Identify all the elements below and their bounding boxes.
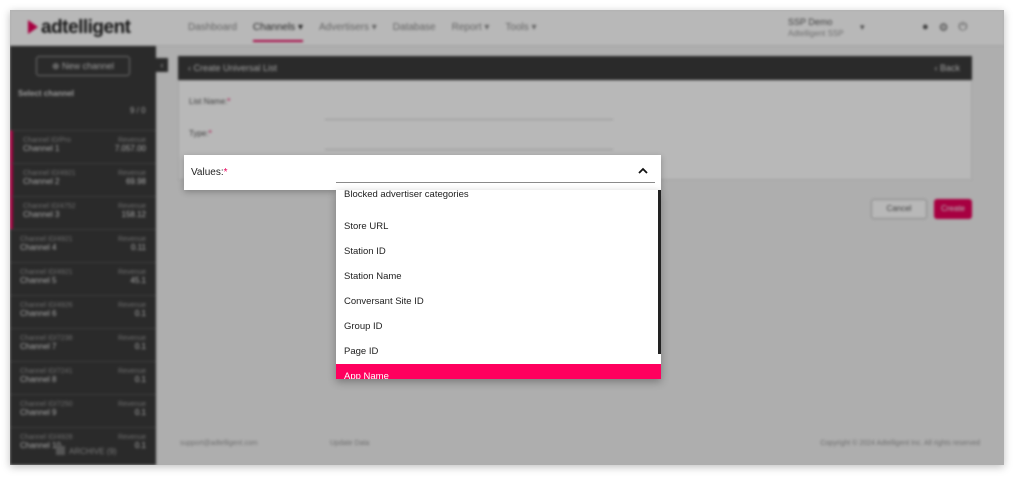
values-dropdown: Blocked advertiser categories Store URL … bbox=[336, 190, 661, 379]
option-page-id[interactable]: Page ID bbox=[336, 339, 661, 364]
values-select-underline bbox=[336, 182, 655, 183]
option-station-id[interactable]: Station ID bbox=[336, 239, 661, 264]
option-blocked-advertiser-categories[interactable]: Blocked advertiser categories bbox=[336, 190, 661, 207]
option-conversant-site-id[interactable]: Conversant Site ID bbox=[336, 289, 661, 314]
option-station-name[interactable]: Station Name bbox=[336, 264, 661, 289]
chevron-up-icon[interactable] bbox=[634, 162, 652, 180]
dropdown-scrollbar[interactable] bbox=[658, 190, 661, 354]
option-store-url[interactable]: Store URL bbox=[336, 214, 661, 239]
option-group-id[interactable]: Group ID bbox=[336, 314, 661, 339]
app-window: adtelligent Dashboard Channels ▾ Adverti… bbox=[10, 10, 1004, 465]
values-label: Values:* bbox=[191, 167, 228, 178]
values-field[interactable]: Values:* bbox=[184, 155, 661, 190]
option-app-name[interactable]: App Name bbox=[336, 364, 661, 379]
